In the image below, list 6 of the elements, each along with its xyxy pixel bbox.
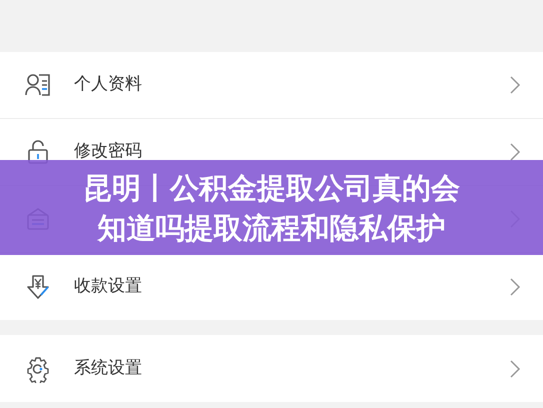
banner-title-line: 昆明丨公积金提取公司真的会 bbox=[83, 170, 460, 206]
banner-title-line: 知道吗提取流程和隐私保护 bbox=[98, 210, 446, 246]
row-label: 系统设置 bbox=[74, 356, 143, 380]
row-label: 个人资料 bbox=[74, 73, 143, 96]
row-label: 修改密码 bbox=[74, 140, 143, 164]
row-label: 收款设置 bbox=[74, 274, 143, 298]
